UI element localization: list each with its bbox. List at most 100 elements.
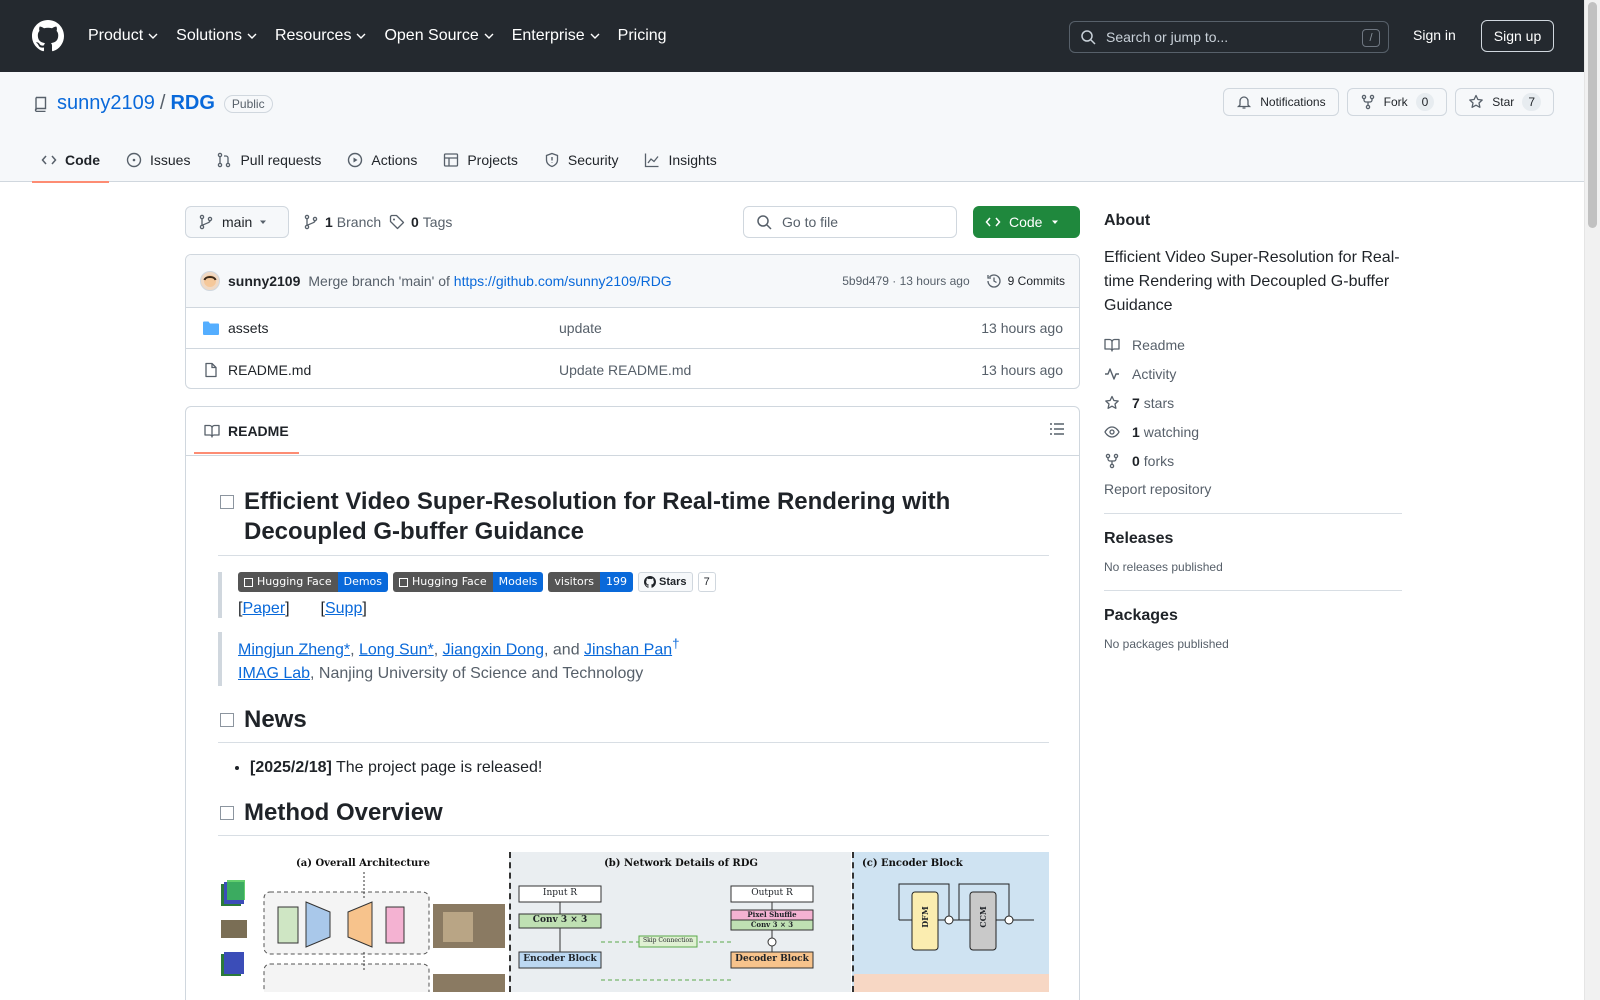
- file-row[interactable]: README.md Update README.md 13 hours ago: [186, 349, 1079, 388]
- visitors-badge[interactable]: visitors 199: [548, 572, 634, 592]
- author-link[interactable]: Jiangxin Dong: [443, 641, 544, 658]
- file-commit-message[interactable]: update: [559, 320, 981, 336]
- sidebar-divider: [1104, 513, 1402, 514]
- nav-resources[interactable]: Resources: [275, 27, 366, 45]
- commit-hash-time[interactable]: 5b9d479 · 13 hours ago: [842, 274, 969, 288]
- latest-commit: sunny2109 Merge branch 'main' of https:/…: [186, 255, 1079, 308]
- watching-label: watching: [1143, 423, 1200, 440]
- search-icon: [1081, 30, 1096, 45]
- repo-actions: Notifications Fork 0 Star 7: [1223, 88, 1554, 116]
- encoder-block-diagram: [854, 883, 1049, 993]
- forks-link[interactable]: 0 forks: [1104, 446, 1402, 475]
- tab-pull-requests[interactable]: Pull requests: [207, 138, 330, 182]
- nav-enterprise[interactable]: Enterprise: [512, 27, 600, 45]
- packages-heading[interactable]: Packages: [1104, 607, 1402, 625]
- branch-selector[interactable]: main: [185, 206, 289, 238]
- code-icon: [41, 155, 57, 165]
- go-to-file-input[interactable]: Go to file: [743, 206, 957, 238]
- commits-count-label: 9 Commits: [1007, 274, 1065, 288]
- avatar[interactable]: [200, 271, 220, 291]
- outline-button[interactable]: [1049, 421, 1065, 440]
- activity-link[interactable]: Activity: [1104, 359, 1402, 388]
- pull-request-icon: [218, 152, 231, 168]
- file-name[interactable]: assets: [228, 320, 559, 336]
- affiliation-text: , Nanjing University of Science and Tech…: [310, 665, 644, 683]
- badge-left-label: Hugging Face: [412, 575, 487, 588]
- lab-link[interactable]: IMAG Lab: [238, 665, 310, 682]
- stars-link[interactable]: 7 stars: [1104, 388, 1402, 417]
- commits-link[interactable]: 9 Commits: [986, 273, 1065, 289]
- tab-issues[interactable]: Issues: [117, 138, 199, 182]
- author-link[interactable]: Long Sun*: [359, 641, 434, 658]
- nav-pricing[interactable]: Pricing: [618, 27, 667, 45]
- sign-up-button[interactable]: Sign up: [1481, 20, 1554, 52]
- commit-message-link[interactable]: https://github.com/sunny2109/RDG: [454, 273, 672, 289]
- commit-message[interactable]: Merge branch 'main' of: [308, 273, 450, 289]
- branch-icon: [304, 214, 318, 230]
- github-stars-badge[interactable]: Stars 7: [638, 572, 716, 592]
- global-search-input[interactable]: Search or jump to... /: [1069, 21, 1389, 53]
- shield-icon: [545, 152, 559, 168]
- file-commit-message[interactable]: Update README.md: [559, 362, 981, 378]
- readme-body: Efficient Video Super-Resolution for Rea…: [218, 487, 1049, 993]
- file-row[interactable]: assets update 13 hours ago: [186, 308, 1079, 349]
- tab-projects[interactable]: Projects: [434, 138, 527, 182]
- commit-author[interactable]: sunny2109: [228, 273, 300, 289]
- github-stars-label: Stars: [659, 576, 687, 588]
- releases-heading[interactable]: Releases: [1104, 530, 1402, 548]
- report-repository-link[interactable]: Report repository: [1104, 481, 1402, 497]
- tab-code[interactable]: Code: [32, 138, 109, 183]
- repo-owner-link[interactable]: sunny2109: [57, 92, 155, 115]
- architecture-diagram: [221, 872, 505, 993]
- repo-name-link[interactable]: RDG: [170, 92, 214, 115]
- branch-icon: [199, 214, 213, 230]
- scrollbar-thumb[interactable]: [1588, 2, 1597, 228]
- repo-tabs: Code Issues Pull requests Actions Projec…: [32, 138, 734, 183]
- nav-enterprise-label: Enterprise: [511, 27, 585, 44]
- notifications-button[interactable]: Notifications: [1223, 88, 1339, 116]
- news-date: [2025/2/18]: [250, 759, 332, 777]
- file-name[interactable]: README.md: [228, 362, 559, 378]
- about-links: Readme Activity 7 stars 1 watching 0 forks: [1104, 330, 1402, 475]
- readme-title-text: Efficient Video Super-Resolution for Rea…: [244, 488, 951, 545]
- fork-icon: [1361, 94, 1374, 110]
- fork-button[interactable]: Fork 0: [1346, 88, 1448, 116]
- readme-link[interactable]: Readme: [1104, 330, 1402, 359]
- github-logo-icon[interactable]: [32, 20, 64, 52]
- heading-anchor-icon[interactable]: [220, 806, 234, 821]
- stars-count: 7: [1132, 394, 1140, 411]
- branches-link[interactable]: 1 Branch: [303, 214, 381, 230]
- figure-output-label: Output R: [751, 888, 793, 899]
- author-link[interactable]: Jinshan Pan: [584, 641, 672, 658]
- nav-solutions[interactable]: Solutions: [176, 27, 257, 45]
- readme-link-label: Readme: [1132, 336, 1185, 353]
- readme-tab[interactable]: README: [194, 407, 299, 454]
- author-link[interactable]: Mingjun Zheng*: [238, 641, 350, 658]
- page-scrollbar[interactable]: [1584, 0, 1600, 1000]
- tab-actions[interactable]: Actions: [338, 138, 426, 182]
- heading-anchor-icon[interactable]: [220, 713, 234, 728]
- star-count: 7: [1522, 93, 1541, 111]
- nav-product-label: Product: [88, 27, 144, 44]
- paper-links: [Paper] [Supp]: [238, 600, 1049, 618]
- about-sidebar: About Efficient Video Super-Resolution f…: [1104, 206, 1402, 651]
- huggingface-demos-badge[interactable]: Hugging Face Demos: [238, 572, 389, 592]
- sign-in-link[interactable]: Sign in: [1413, 27, 1456, 43]
- chevron-down-icon: [148, 33, 158, 39]
- paper-link[interactable]: Paper: [242, 600, 285, 617]
- nav-open-source[interactable]: Open Source: [384, 27, 494, 45]
- book-icon: [1104, 338, 1120, 352]
- star-button[interactable]: Star 7: [1455, 88, 1554, 116]
- tab-security[interactable]: Security: [535, 138, 628, 182]
- heading-anchor-icon[interactable]: [220, 495, 234, 509]
- watching-link[interactable]: 1 watching: [1104, 417, 1402, 446]
- tab-actions-label: Actions: [371, 152, 418, 168]
- code-dropdown-button[interactable]: Code: [973, 206, 1080, 238]
- huggingface-models-badge[interactable]: Hugging Face Models: [393, 572, 544, 592]
- tab-insights[interactable]: Insights: [635, 138, 725, 182]
- image-placeholder-icon: [244, 577, 253, 587]
- nav-product[interactable]: Product: [88, 27, 158, 45]
- supp-link[interactable]: Supp: [325, 600, 362, 617]
- tags-link[interactable]: 0 Tags: [389, 214, 452, 230]
- sidebar-divider: [1104, 590, 1402, 591]
